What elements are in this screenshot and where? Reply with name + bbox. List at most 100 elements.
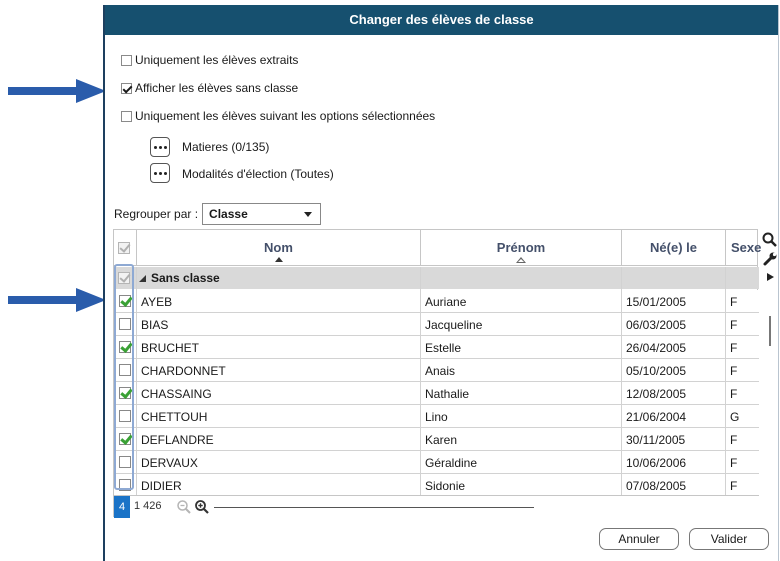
search-icon[interactable] bbox=[762, 232, 778, 248]
cell-sexe: F bbox=[730, 433, 738, 447]
option-show-unassigned-label: Afficher les élèves sans classe bbox=[135, 81, 299, 95]
change-class-dialog: Changer des élèves de classe Uniquement … bbox=[103, 5, 779, 561]
cell-prenom: Sidonie bbox=[425, 479, 466, 493]
cell-nom: DEFLANDRE bbox=[141, 433, 214, 447]
horizontal-scrollbar[interactable] bbox=[214, 507, 534, 508]
group-header-sans-classe[interactable]: Sans classe bbox=[114, 267, 759, 289]
cell-nom: CHARDONNET bbox=[141, 364, 226, 378]
cell-prenom: Karen bbox=[425, 433, 458, 447]
cell-birth: 15/01/2005 bbox=[626, 295, 687, 309]
table-row[interactable]: DIDIER Sidonie 07/08/2005 F bbox=[114, 474, 759, 497]
validate-button[interactable]: Valider bbox=[689, 528, 769, 550]
cell-nom: BIAS bbox=[141, 318, 169, 332]
column-header-prenom[interactable]: Prénom bbox=[420, 230, 621, 266]
column-header-sexe[interactable]: Sexe bbox=[725, 230, 762, 266]
zoom-in-icon[interactable] bbox=[194, 499, 210, 515]
checkbox-column-highlight bbox=[114, 264, 134, 490]
dot-icon bbox=[158, 171, 162, 175]
election-modes-more-button[interactable] bbox=[150, 163, 170, 183]
table-footer: 4 1 426 bbox=[114, 495, 759, 518]
cell-sexe: F bbox=[730, 318, 738, 332]
table-header: Nom Prénom Né(e) le Sexe bbox=[114, 230, 762, 266]
table-row[interactable]: DEFLANDRE Karen 30/11/2005 F bbox=[114, 428, 759, 451]
subjects-more-button[interactable] bbox=[150, 137, 170, 157]
column-divider bbox=[725, 267, 726, 495]
dot-icon bbox=[153, 145, 157, 149]
option-extracted-only-label: Uniquement les élèves extraits bbox=[135, 53, 299, 67]
cell-birth: 30/11/2005 bbox=[626, 433, 686, 447]
cell-sexe: G bbox=[730, 410, 740, 424]
selected-count-badge: 4 bbox=[114, 496, 130, 518]
table-row[interactable]: BRUCHET Estelle 26/04/2005 F bbox=[114, 336, 759, 359]
cell-sexe: F bbox=[730, 479, 738, 493]
group-by-value: Classe bbox=[209, 207, 248, 221]
cell-nom: DIDIER bbox=[141, 479, 182, 493]
dot-icon bbox=[158, 145, 162, 149]
cell-nom: DERVAUX bbox=[141, 456, 198, 470]
table-row[interactable]: DERVAUX Géraldine 10/06/2006 F bbox=[114, 451, 759, 474]
cell-birth: 10/06/2006 bbox=[626, 456, 687, 470]
cell-birth: 21/06/2004 bbox=[626, 410, 687, 424]
column-divider bbox=[621, 267, 622, 495]
wrench-icon[interactable] bbox=[762, 251, 778, 267]
cell-prenom: Jacqueline bbox=[425, 318, 483, 332]
dot-icon bbox=[163, 145, 167, 149]
cell-prenom: Anais bbox=[425, 364, 456, 378]
checkbox-show-unassigned[interactable] bbox=[121, 82, 132, 94]
cell-prenom: Géraldine bbox=[425, 456, 478, 470]
table-row[interactable]: CHASSAING Nathalie 12/08/2005 F bbox=[114, 382, 759, 405]
column-divider bbox=[136, 267, 137, 495]
table-row[interactable]: CHARDONNET Anais 05/10/2005 F bbox=[114, 359, 759, 382]
group-by-row: Regrouper par : Classe bbox=[114, 203, 322, 225]
column-prenom-label: Prénom bbox=[496, 240, 546, 255]
group-by-select[interactable]: Classe bbox=[202, 203, 322, 225]
cell-sexe: F bbox=[730, 364, 738, 378]
table-row[interactable]: AYEB Auriane 15/01/2005 F bbox=[114, 290, 759, 313]
cell-birth: 12/08/2005 bbox=[626, 387, 687, 401]
table-side-toolbar bbox=[759, 230, 780, 518]
checkbox-selected-options-only[interactable] bbox=[121, 110, 132, 122]
cell-birth: 06/03/2005 bbox=[626, 318, 687, 332]
table-row[interactable]: CHETTOUH Lino 21/06/2004 G bbox=[114, 405, 759, 428]
column-sexe-label: Sexe bbox=[731, 240, 762, 255]
play-triangle-icon[interactable] bbox=[765, 272, 775, 282]
column-nom-label: Nom bbox=[264, 240, 293, 255]
pointer-arrow-show-unassigned-icon bbox=[8, 79, 106, 103]
column-birth-label: Né(e) le bbox=[650, 240, 697, 255]
option-show-unassigned[interactable]: Afficher les élèves sans classe bbox=[121, 80, 298, 96]
cell-prenom: Auriane bbox=[425, 295, 467, 309]
collapse-triangle-icon[interactable] bbox=[139, 275, 146, 282]
group-by-label: Regrouper par : bbox=[114, 207, 199, 221]
cell-nom: AYEB bbox=[141, 295, 173, 309]
column-header-nom[interactable]: Nom bbox=[136, 230, 420, 266]
subjects-label: Matieres (0/135) bbox=[182, 140, 270, 154]
cell-sexe: F bbox=[730, 295, 738, 309]
cancel-button[interactable]: Annuler bbox=[599, 528, 679, 550]
select-all-checkbox[interactable] bbox=[118, 242, 130, 254]
group-label: Sans classe bbox=[151, 271, 220, 285]
column-divider bbox=[420, 267, 421, 495]
checkbox-extracted-only[interactable] bbox=[121, 54, 132, 66]
cell-sexe: F bbox=[730, 341, 738, 355]
cell-prenom: Nathalie bbox=[425, 387, 470, 401]
cell-sexe: F bbox=[730, 456, 738, 470]
cell-birth: 05/10/2005 bbox=[626, 364, 687, 378]
cell-nom: CHASSAING bbox=[141, 387, 212, 401]
pointer-arrow-checkbox-column-icon bbox=[8, 288, 106, 312]
option-selected-options-only-label: Uniquement les élèves suivant les option… bbox=[135, 109, 436, 123]
vertical-scrollbar[interactable] bbox=[769, 316, 771, 346]
chevron-down-icon bbox=[304, 212, 313, 217]
zoom-out-icon[interactable] bbox=[176, 499, 192, 515]
election-modes-label: Modalités d'élection (Toutes) bbox=[182, 167, 334, 181]
cell-birth: 07/08/2005 bbox=[626, 479, 687, 493]
column-header-birth[interactable]: Né(e) le bbox=[621, 230, 725, 266]
option-selected-options-only[interactable]: Uniquement les élèves suivant les option… bbox=[121, 108, 435, 124]
dot-icon bbox=[153, 171, 157, 175]
option-extracted-only[interactable]: Uniquement les élèves extraits bbox=[121, 52, 298, 68]
dot-icon bbox=[163, 171, 167, 175]
table-row[interactable]: BIAS Jacqueline 06/03/2005 F bbox=[114, 313, 759, 336]
cell-birth: 26/04/2005 bbox=[626, 341, 687, 355]
total-count: 1 426 bbox=[134, 500, 162, 512]
sort-secondary-icon bbox=[516, 257, 526, 263]
cell-prenom: Lino bbox=[425, 410, 448, 424]
